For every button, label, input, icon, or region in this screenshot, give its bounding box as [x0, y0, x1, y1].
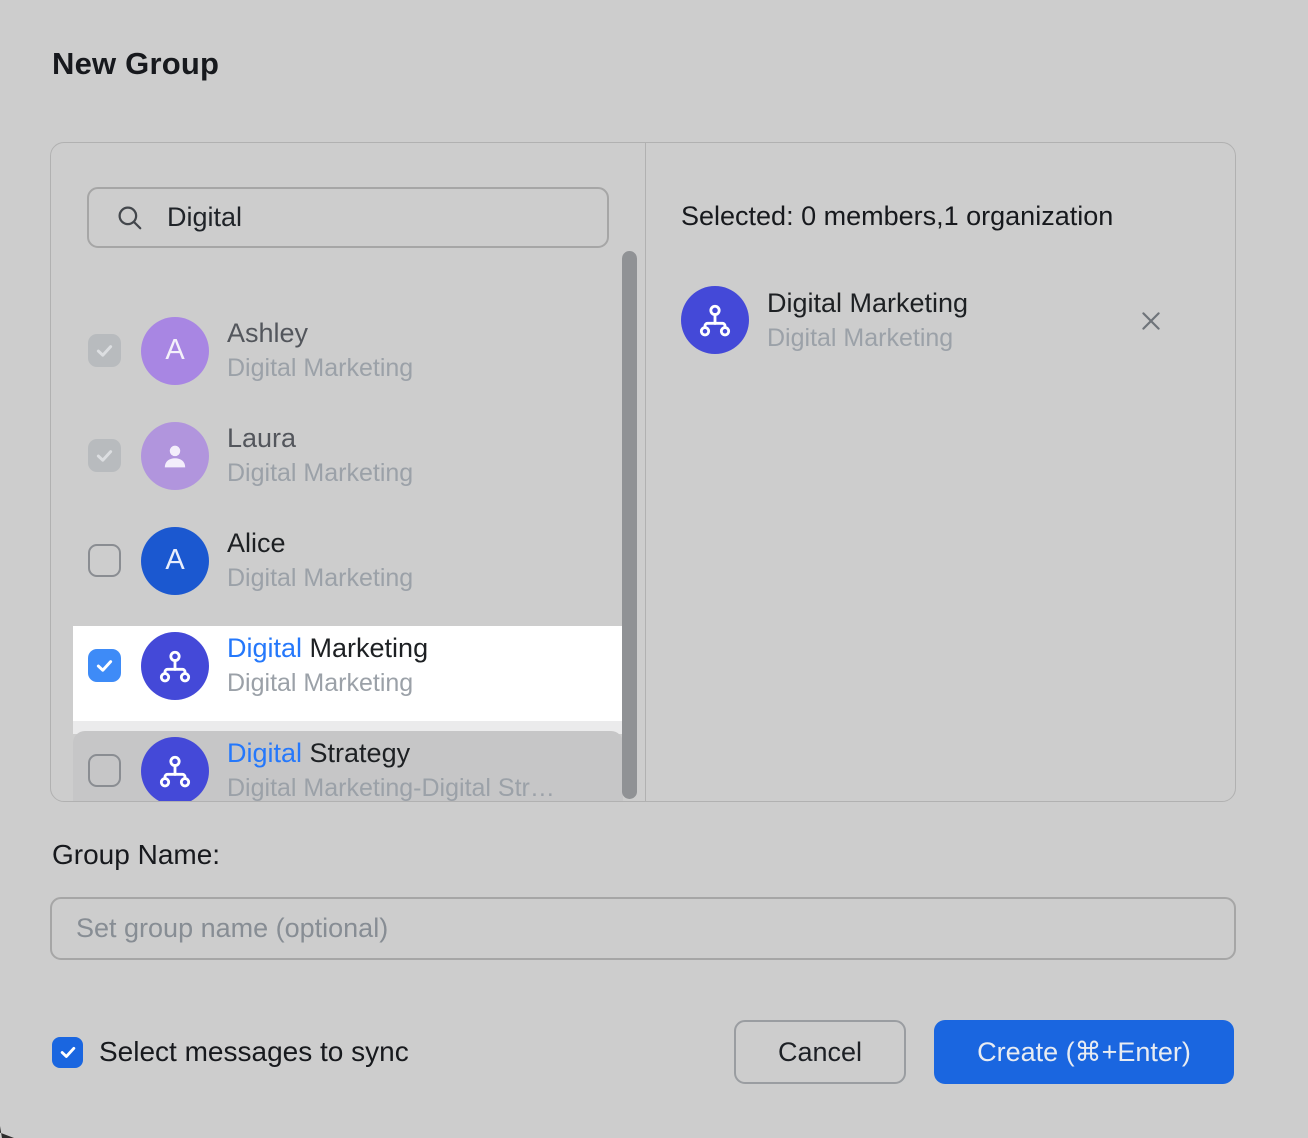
cancel-button[interactable]: Cancel	[734, 1020, 906, 1084]
organization-avatar-icon	[141, 632, 209, 700]
member-list: A Ashley Digital Marketing	[51, 298, 646, 802]
person-icon	[157, 438, 193, 474]
avatar-letter: A	[141, 317, 209, 385]
search-input[interactable]	[167, 202, 567, 233]
org-path: Digital Marketing-Digital Str…	[227, 774, 555, 802]
list-item-digital-marketing[interactable]: Digital Marketing Digital Marketing	[51, 613, 646, 718]
scrollbar-thumb[interactable]	[622, 251, 637, 799]
search-box[interactable]	[87, 187, 609, 248]
mouse-cursor-fragment	[0, 1126, 14, 1138]
selected-org-name: Digital Marketing	[767, 288, 968, 319]
search-match-text: Digital	[227, 738, 302, 768]
org-name: Digital Marketing	[227, 633, 428, 664]
search-match-text: Digital	[227, 633, 302, 663]
org-name-rest: Strategy	[302, 738, 410, 768]
member-org: Digital Marketing	[227, 354, 413, 383]
member-picker-panel: A Ashley Digital Marketing	[50, 142, 1236, 802]
selected-pane: Selected: 0 members,1 organization Digit…	[646, 143, 1235, 801]
member-name: Alice	[227, 528, 413, 559]
list-item-laura[interactable]: Laura Digital Marketing	[51, 403, 646, 508]
org-path: Digital Marketing	[227, 669, 428, 698]
scrollbar[interactable]	[622, 251, 637, 797]
list-item-ashley[interactable]: A Ashley Digital Marketing	[51, 298, 646, 403]
group-name-label: Group Name:	[52, 839, 220, 871]
org-hierarchy-icon	[695, 300, 735, 340]
checkbox-unchecked[interactable]	[88, 754, 121, 787]
checkbox-checked-disabled	[88, 439, 121, 472]
selected-org-path: Digital Marketing	[767, 324, 968, 353]
list-item-digital-strategy[interactable]: Digital Strategy Digital Marketing-Digit…	[51, 718, 646, 802]
create-button[interactable]: Create (⌘+Enter)	[934, 1020, 1234, 1084]
member-org: Digital Marketing	[227, 459, 413, 488]
member-name: Ashley	[227, 318, 413, 349]
org-name: Digital Strategy	[227, 738, 555, 769]
group-name-input[interactable]	[50, 897, 1236, 960]
check-icon	[94, 445, 115, 466]
sync-messages-toggle[interactable]: Select messages to sync	[52, 1036, 409, 1068]
check-icon	[58, 1042, 78, 1062]
remove-selected-button[interactable]	[1137, 307, 1165, 335]
member-name: Laura	[227, 423, 413, 454]
member-org: Digital Marketing	[227, 564, 413, 593]
organization-avatar-icon	[141, 737, 209, 803]
org-hierarchy-icon	[155, 751, 195, 791]
sync-messages-label: Select messages to sync	[99, 1036, 409, 1068]
search-icon	[115, 203, 145, 233]
checkbox-unchecked[interactable]	[88, 544, 121, 577]
checkbox-checked[interactable]	[52, 1037, 83, 1068]
dialog-title: New Group	[52, 46, 219, 82]
selected-summary: Selected: 0 members,1 organization	[681, 201, 1113, 232]
person-avatar-icon	[141, 422, 209, 490]
new-group-dialog: New Group A	[0, 0, 1308, 1138]
organization-avatar-icon	[681, 286, 749, 354]
member-list-pane: A Ashley Digital Marketing	[51, 143, 646, 801]
selected-item-digital-marketing: Digital Marketing Digital Marketing	[681, 280, 1205, 360]
check-icon	[94, 340, 115, 361]
check-icon	[94, 655, 115, 676]
org-hierarchy-icon	[155, 646, 195, 686]
close-icon	[1138, 308, 1164, 334]
avatar-letter: A	[141, 527, 209, 595]
org-name-rest: Marketing	[302, 633, 428, 663]
list-item-alice[interactable]: A Alice Digital Marketing	[51, 508, 646, 613]
checkbox-checked[interactable]	[88, 649, 121, 682]
checkbox-checked-disabled	[88, 334, 121, 367]
